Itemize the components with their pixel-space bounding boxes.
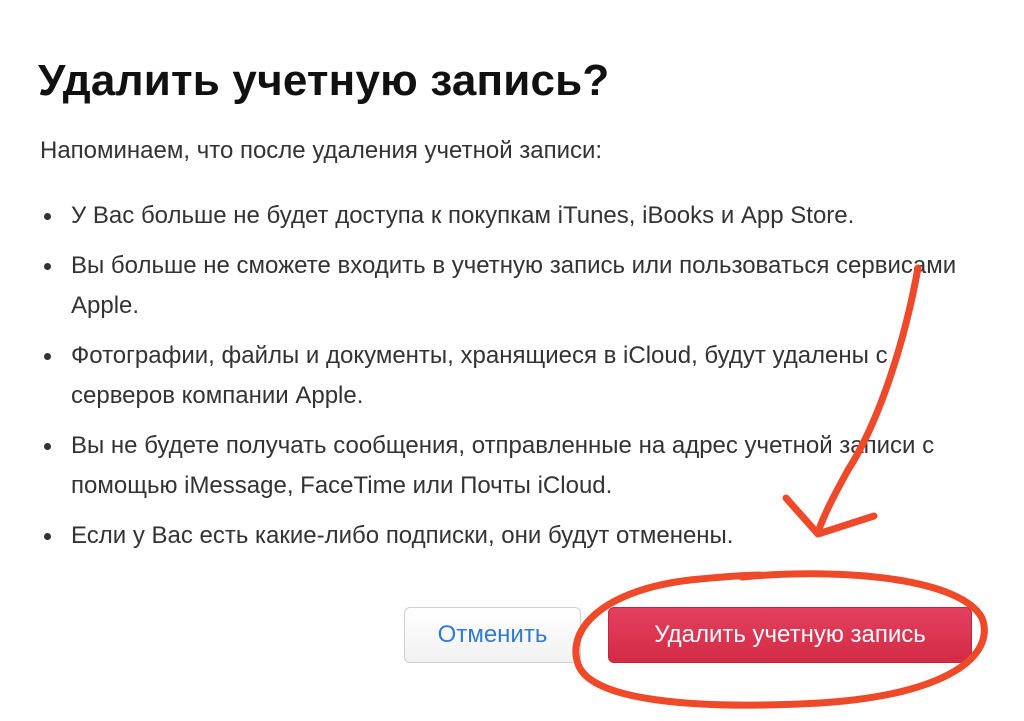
consequences-list: У Вас больше не будет доступа к покупкам… (40, 196, 970, 566)
list-item-text: Вы больше не сможете входить в учетную з… (71, 252, 957, 319)
list-item-text: Фотографии, файлы и документы, хранящиес… (71, 342, 888, 409)
bullet-dot-icon (44, 213, 51, 220)
dialog-title: Удалить учетную запись? (38, 56, 610, 105)
bullet-dot-icon (44, 443, 51, 450)
list-item-text: Вы не будете получать сообщения, отправл… (71, 432, 935, 499)
delete-account-button[interactable]: Удалить учетную запись (608, 607, 972, 663)
bullet-dot-icon (44, 263, 51, 270)
list-item: Фотографии, файлы и документы, хранящиес… (40, 336, 970, 416)
list-item: Вы больше не сможете входить в учетную з… (40, 246, 970, 326)
bullet-dot-icon (44, 533, 51, 540)
list-item-text: Если у Вас есть какие-либо подписки, они… (71, 522, 734, 549)
cancel-button[interactable]: Отменить (404, 607, 581, 663)
list-item-text: У Вас больше не будет доступа к покупкам… (71, 202, 855, 229)
delete-account-dialog: Удалить учетную запись? Напоминаем, что … (0, 0, 1024, 721)
dialog-intro: Напоминаем, что после удаления учетной з… (40, 137, 603, 164)
list-item: Если у Вас есть какие-либо подписки, они… (40, 516, 970, 556)
list-item: Вы не будете получать сообщения, отправл… (40, 426, 970, 506)
bullet-dot-icon (44, 353, 51, 360)
list-item: У Вас больше не будет доступа к покупкам… (40, 196, 970, 236)
